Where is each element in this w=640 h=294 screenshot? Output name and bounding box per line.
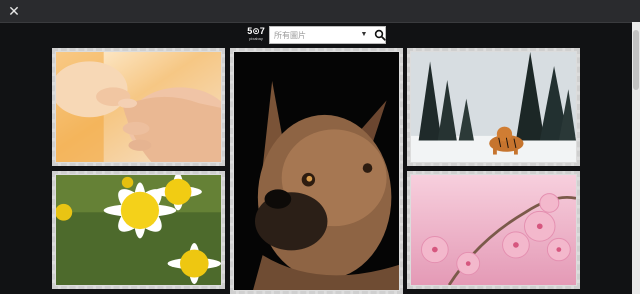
dog-portrait-photo (234, 52, 399, 290)
search-icon[interactable] (374, 29, 386, 41)
top-bar: ✕ (0, 0, 640, 23)
close-icon[interactable]: ✕ (6, 3, 22, 19)
search-input[interactable] (274, 27, 354, 43)
gallery-item-tiger-snow[interactable] (407, 48, 580, 166)
scrollbar[interactable] (632, 22, 640, 294)
gallery-item-dog[interactable] (230, 48, 403, 294)
gallery-item-daisies[interactable] (52, 171, 225, 289)
scrollbar-thumb[interactable] (633, 30, 639, 90)
gallery-item-cherry-blossom[interactable] (407, 171, 580, 289)
baby-hand-photo (56, 52, 221, 162)
logo-text: pixabay (249, 36, 263, 41)
logo-mark: 5⊙7 (247, 26, 265, 36)
cherry-blossom-photo (411, 175, 576, 285)
pixabay-logo[interactable]: 5⊙7 pixabay (247, 25, 265, 43)
tiger-snow-photo (411, 52, 576, 162)
gallery-item-baby-hand[interactable] (52, 48, 225, 166)
daisy-flowers-photo (56, 175, 221, 285)
chevron-down-icon[interactable]: ▼ (360, 30, 368, 40)
search-bar: ▼ (269, 26, 386, 44)
